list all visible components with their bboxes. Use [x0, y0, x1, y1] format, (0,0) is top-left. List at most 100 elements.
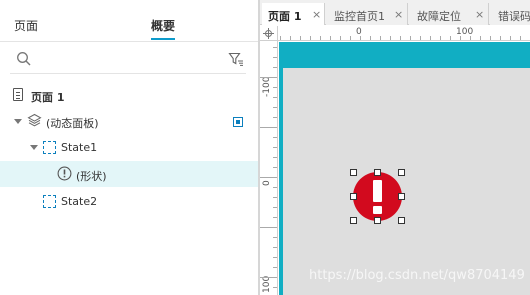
- ruler-tick: [510, 36, 511, 40]
- tab-error-code[interactable]: 错误码: [490, 3, 530, 25]
- ruler-tick: [390, 36, 391, 40]
- ruler-tick: [273, 217, 277, 218]
- filter-icon[interactable]: [228, 51, 244, 67]
- state-icon: [43, 195, 56, 208]
- ruler-tick: [480, 36, 481, 40]
- ruler-tick: [350, 36, 351, 40]
- ruler-tick: [273, 257, 277, 258]
- search-bar: [10, 46, 246, 74]
- ruler-tick: [260, 127, 277, 128]
- document-tabbar: 页面 1 × 监控首页1 × 故障定位 × 错误码: [260, 0, 530, 25]
- ruler-tick: [410, 36, 411, 40]
- tree-item-shape[interactable]: (形状): [0, 161, 258, 187]
- layers-icon: [27, 113, 42, 127]
- tab-fault-location[interactable]: 故障定位 ×: [409, 3, 489, 25]
- resize-handle-se[interactable]: [398, 217, 405, 224]
- ruler-tick: [260, 177, 277, 178]
- tree-item-state1[interactable]: State1: [0, 134, 258, 160]
- close-icon[interactable]: ×: [312, 8, 321, 21]
- ruler-tick: [260, 227, 277, 228]
- tree-item-dynamic-panel-label: (动态面板): [46, 117, 99, 130]
- page-icon: [13, 88, 23, 101]
- resize-handle-n[interactable]: [374, 169, 381, 176]
- close-icon[interactable]: ×: [394, 8, 403, 21]
- crosshair-icon: [263, 28, 274, 39]
- ruler-tick: [320, 36, 321, 40]
- ruler-tick: [440, 36, 441, 40]
- tab-label: 页面 1: [268, 10, 302, 23]
- ruler-tick: [273, 267, 277, 268]
- tree-item-page-label: 页面 1: [31, 91, 65, 104]
- vertical-ruler: -100 0 100: [260, 41, 278, 295]
- tab-page-1[interactable]: 页面 1 ×: [262, 3, 325, 25]
- tree-item-dynamic-panel[interactable]: (动态面板): [0, 108, 258, 134]
- ruler-tick: [273, 157, 277, 158]
- exclamation-bar: [373, 180, 382, 202]
- tab-monitor-home[interactable]: 监控首页1 ×: [326, 3, 408, 25]
- tree-item-state1-label: State1: [61, 141, 98, 154]
- ruler-tick: [273, 47, 277, 48]
- tab-outline[interactable]: 概要: [151, 17, 176, 40]
- watermark-text: https://blog.csdn.net/qw8704149: [309, 268, 525, 283]
- visibility-toggle[interactable]: [233, 117, 243, 127]
- panel-tabs: 页面 概要: [0, 0, 258, 42]
- ruler-tick: [340, 36, 341, 40]
- exclamation-shape-icon: [57, 166, 72, 181]
- exclamation-dot: [373, 206, 382, 214]
- resize-handle-s[interactable]: [374, 217, 381, 224]
- close-icon[interactable]: ×: [475, 8, 484, 21]
- ruler-tick: [330, 36, 331, 40]
- tab-pages[interactable]: 页面: [14, 17, 38, 34]
- ruler-tick: [273, 247, 277, 248]
- ruler-tick: [380, 36, 381, 40]
- ruler-tick: [450, 36, 451, 40]
- ruler-tick: [280, 36, 281, 40]
- active-tab-underline: [151, 38, 176, 40]
- tree-item-page[interactable]: 页面 1: [0, 82, 258, 108]
- ruler-tick: [273, 147, 277, 148]
- ruler-tick: [260, 77, 277, 78]
- ruler-label: 100: [262, 275, 272, 293]
- ruler-tick: [400, 36, 401, 40]
- ruler-tick: [290, 36, 291, 40]
- ruler-tick: [273, 187, 277, 188]
- ruler-tick: [500, 36, 501, 40]
- expand-caret-icon[interactable]: [14, 119, 22, 124]
- resize-handle-sw[interactable]: [350, 217, 357, 224]
- ruler-tick: [273, 87, 277, 88]
- ruler-tick: [460, 36, 461, 40]
- ruler-tick: [273, 207, 277, 208]
- ruler-tick: [310, 36, 311, 40]
- ruler-tick: [490, 36, 491, 40]
- tab-label: 故障定位: [417, 10, 461, 23]
- dynamic-panel-left-edge: [279, 42, 283, 295]
- resize-handle-w[interactable]: [350, 193, 357, 200]
- resize-handle-ne[interactable]: [398, 169, 405, 176]
- ruler-tick: [520, 36, 521, 40]
- ruler-label: -100: [262, 76, 272, 97]
- ruler-tick: [273, 107, 277, 108]
- ruler-tick: [273, 97, 277, 98]
- resize-handle-e[interactable]: [398, 193, 405, 200]
- resize-handle-nw[interactable]: [350, 169, 357, 176]
- search-icon: [17, 52, 31, 66]
- design-canvas[interactable]: https://blog.csdn.net/qw8704149: [279, 42, 530, 295]
- exclamation-circle-widget[interactable]: [350, 169, 405, 224]
- ruler-tick: [470, 36, 471, 40]
- ruler-corner: [260, 26, 278, 41]
- ruler-tick: [273, 167, 277, 168]
- expand-caret-icon[interactable]: [30, 145, 38, 150]
- tab-label: 错误码: [498, 10, 530, 23]
- horizontal-ruler: 0 100: [278, 26, 530, 41]
- ruler-tick: [273, 67, 277, 68]
- ruler-tick: [273, 197, 277, 198]
- ruler-tick: [420, 36, 421, 40]
- tree-item-shape-label: (形状): [76, 170, 107, 183]
- tab-label: 监控首页1: [334, 10, 385, 23]
- ruler-tick: [360, 36, 361, 40]
- state-icon: [43, 141, 56, 154]
- canvas-area: 页面 1 × 监控首页1 × 故障定位 × 错误码 0 100 -100 0 1…: [260, 0, 530, 295]
- tree-item-state2[interactable]: State2: [0, 188, 258, 214]
- search-input[interactable]: [38, 50, 218, 68]
- tree-item-state2-label: State2: [61, 195, 98, 208]
